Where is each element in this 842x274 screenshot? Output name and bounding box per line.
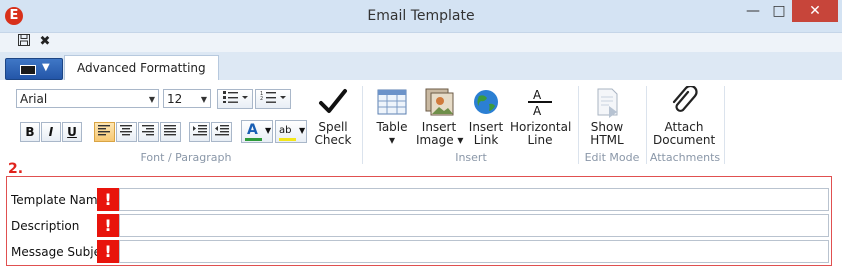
group-divider bbox=[362, 86, 363, 164]
svg-text:A: A bbox=[533, 88, 542, 102]
chevron-down-icon: ▼ bbox=[148, 95, 155, 104]
description-input[interactable] bbox=[119, 214, 829, 237]
table-button[interactable]: Table ▾ bbox=[373, 86, 411, 147]
font-name-select[interactable]: Arial ▼ bbox=[16, 89, 159, 108]
group-divider bbox=[724, 86, 725, 164]
globe-icon bbox=[474, 90, 498, 114]
insert-link-button[interactable]: Insert Link bbox=[467, 86, 505, 147]
chevron-down-icon: ▼ bbox=[265, 126, 272, 135]
bullet-list-button[interactable] bbox=[217, 89, 253, 109]
group-divider bbox=[646, 86, 647, 164]
align-justify-button[interactable] bbox=[160, 122, 181, 142]
horizontal-line-button[interactable]: AA Horizontal Line bbox=[510, 86, 571, 147]
attach-document-button[interactable]: Attach Document bbox=[653, 86, 715, 147]
insert-image-button[interactable]: Insert Image ▾ bbox=[416, 86, 463, 147]
required-indicator-icon: ! bbox=[97, 214, 119, 237]
table-icon bbox=[377, 89, 407, 115]
message-subject-label: Message Subject bbox=[11, 245, 101, 259]
close-icon[interactable]: ✖ bbox=[37, 34, 53, 50]
html-document-icon bbox=[597, 88, 618, 118]
group-divider bbox=[578, 86, 579, 164]
required-indicator-icon: ! bbox=[97, 240, 119, 263]
increase-indent-button[interactable] bbox=[189, 122, 210, 142]
spell-check-button[interactable]: Spell Check bbox=[314, 86, 352, 147]
required-fields-box: Template Name ! Description ! Message Su… bbox=[6, 176, 832, 266]
font-color-button[interactable]: A ▼ bbox=[241, 120, 273, 143]
message-subject-row: Message Subject ! bbox=[7, 239, 831, 265]
align-center-button[interactable] bbox=[116, 122, 137, 142]
ribbon: Arial ▼ 12 ▼ 12 B I U A ▼ ab ▼ Spell Che… bbox=[0, 80, 842, 169]
align-left-button[interactable] bbox=[94, 122, 115, 142]
title-bar: E Email Template — □ ✕ bbox=[0, 0, 842, 32]
minimize-button[interactable]: — bbox=[740, 0, 766, 22]
highlight-color-button[interactable]: ab ▼ bbox=[275, 120, 307, 143]
template-name-row: Template Name ! bbox=[7, 187, 831, 213]
attachments-group-label: Attachments bbox=[649, 151, 721, 164]
required-indicator-icon: ! bbox=[97, 188, 119, 211]
email-template-window: E Email Template — □ ✕ ✖ ▼ Advanced Form… bbox=[0, 0, 842, 274]
description-row: Description ! bbox=[7, 213, 831, 239]
window-title: Email Template bbox=[367, 8, 475, 24]
svg-text:2: 2 bbox=[260, 96, 263, 102]
tab-advanced-formatting[interactable]: Advanced Formatting bbox=[64, 55, 219, 82]
chevron-down-icon: ▼ bbox=[42, 62, 50, 73]
show-html-button[interactable]: Show HTML bbox=[586, 86, 628, 147]
maximize-button[interactable]: □ bbox=[766, 0, 792, 22]
template-name-input[interactable] bbox=[119, 188, 829, 211]
description-label: Description bbox=[11, 219, 80, 233]
envelope-icon bbox=[20, 65, 36, 75]
quick-access-toolbar: ✖ bbox=[0, 32, 842, 53]
checkmark-icon bbox=[319, 89, 347, 113]
image-icon bbox=[425, 88, 454, 116]
font-color-glyph: A bbox=[247, 122, 258, 138]
paperclip-icon bbox=[672, 86, 698, 112]
numbered-list-button[interactable]: 12 bbox=[255, 89, 291, 109]
horizontal-line-icon: AA bbox=[528, 88, 552, 118]
align-right-button[interactable] bbox=[138, 122, 159, 142]
font-paragraph-group-label: Font / Paragraph bbox=[140, 151, 232, 164]
chevron-down-icon: ▼ bbox=[200, 95, 207, 104]
font-color-swatch bbox=[245, 138, 262, 141]
edit-mode-group-label: Edit Mode bbox=[584, 151, 640, 164]
mail-menu-button[interactable]: ▼ bbox=[5, 58, 63, 80]
highlight-swatch bbox=[279, 138, 296, 141]
chevron-down-icon: ▼ bbox=[299, 126, 306, 135]
insert-group-label: Insert bbox=[455, 151, 487, 164]
template-name-label: Template Name bbox=[11, 193, 101, 207]
template-form: 2. Template Name ! Description ! Message… bbox=[0, 161, 842, 274]
italic-button[interactable]: I bbox=[41, 122, 61, 142]
underline-button[interactable]: U bbox=[62, 122, 82, 142]
font-size-select[interactable]: 12 ▼ bbox=[163, 89, 211, 108]
ribbon-tab-row: ▼ Advanced Formatting bbox=[0, 52, 842, 82]
message-subject-input[interactable] bbox=[119, 240, 829, 263]
font-name-value: Arial bbox=[20, 92, 48, 106]
svg-text:A: A bbox=[533, 104, 542, 118]
step-number: 2. bbox=[8, 161, 24, 177]
bold-button[interactable]: B bbox=[20, 122, 40, 142]
close-window-button[interactable]: ✕ bbox=[792, 0, 838, 22]
font-size-value: 12 bbox=[167, 92, 183, 106]
floppy-icon[interactable] bbox=[16, 34, 32, 50]
decrease-indent-button[interactable] bbox=[211, 122, 232, 142]
